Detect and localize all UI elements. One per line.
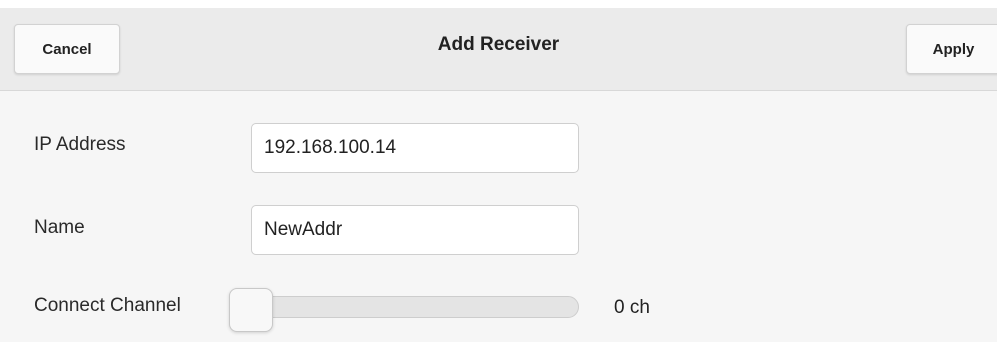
connect-channel-value: 0 ch	[614, 297, 650, 318]
apply-button[interactable]: Apply	[906, 24, 997, 74]
top-strip	[0, 0, 997, 8]
connect-channel-slider-thumb[interactable]	[229, 288, 273, 332]
receiver-form: IP Address Name Connect Channel 0 ch	[0, 91, 997, 342]
name-label: Name	[34, 217, 85, 238]
ip-address-field[interactable]	[251, 123, 579, 173]
connect-channel-label: Connect Channel	[34, 295, 181, 316]
page-title: Add Receiver	[437, 34, 560, 55]
navigation-toolbar: Cancel Add Receiver Apply	[0, 8, 997, 91]
connect-channel-slider-track[interactable]	[234, 296, 579, 318]
ip-address-label: IP Address	[34, 134, 126, 155]
name-field[interactable]	[251, 205, 579, 255]
